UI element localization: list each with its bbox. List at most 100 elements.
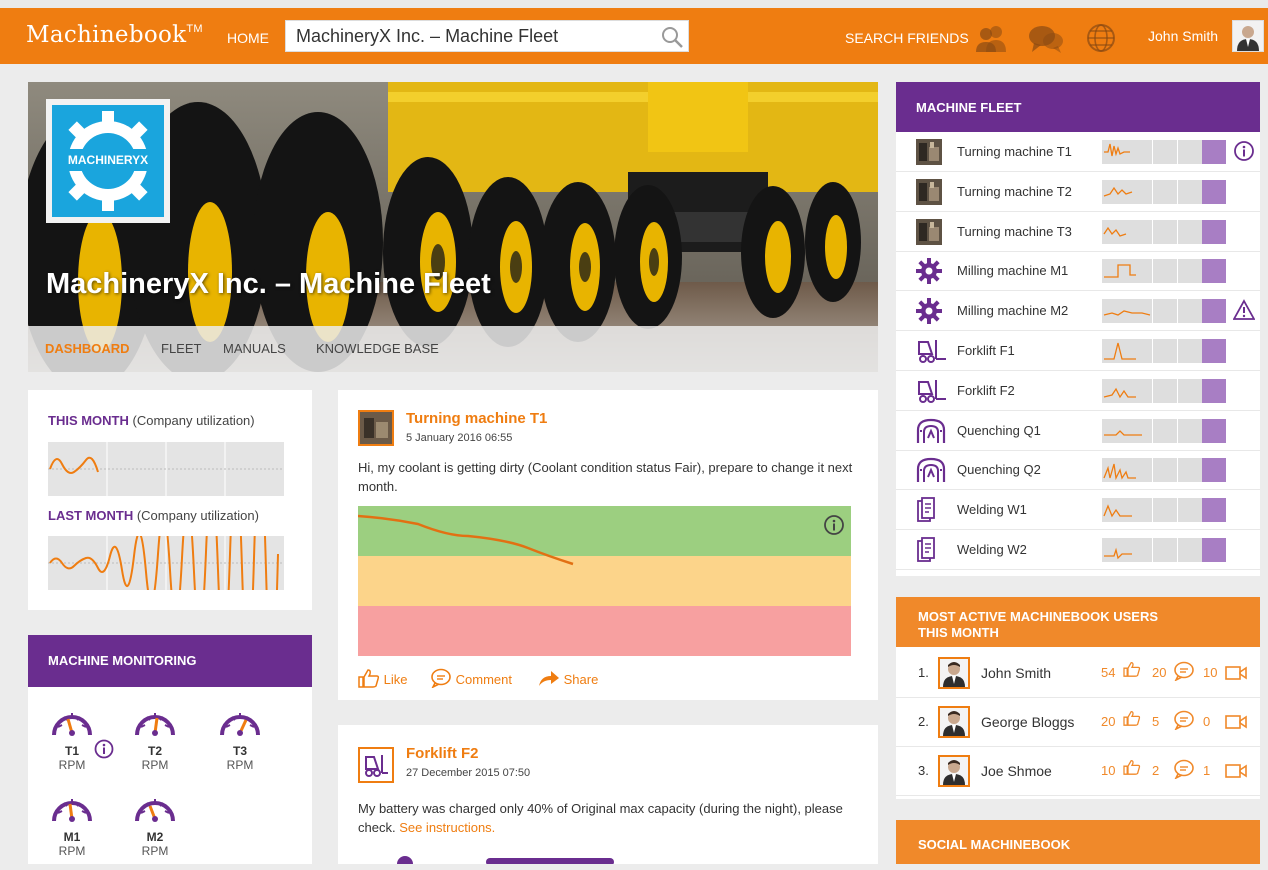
fleet-item-sparkline [1104, 429, 1142, 436]
fleet-item-utilization-bar [1102, 219, 1226, 244]
page-title: MachineryX Inc. – Machine Fleet [46, 268, 491, 300]
fleet-item-name: Welding W2 [957, 542, 1027, 557]
user-avatar[interactable] [1232, 20, 1264, 52]
fleet-item-sparkline [1103, 186, 1133, 197]
gauge-unit: RPM [141, 758, 169, 772]
post-date: 5 January 2016 06:55 [406, 432, 513, 444]
info-icon[interactable] [94, 739, 114, 764]
fleet-item[interactable]: Turning machine T2 [896, 172, 1260, 212]
avatar[interactable] [938, 755, 970, 787]
tab-fleet[interactable]: FLEET [161, 341, 201, 356]
active-user-row[interactable]: 3. Joe Shmoe 10 2 1 [896, 747, 1260, 796]
fleet-item-status-block [1202, 458, 1226, 483]
comments-count: 2 [1152, 763, 1160, 778]
gauge-t3[interactable]: T3 RPM [210, 705, 270, 772]
forklift-avatar[interactable] [358, 747, 394, 783]
post-attachment-preview [397, 856, 614, 864]
gauge-t2[interactable]: T2 RPM [125, 705, 185, 772]
post-title[interactable]: Forklift F2 [406, 745, 479, 762]
fleet-item-utilization-bar [1102, 418, 1226, 443]
chat-icon[interactable] [1028, 23, 1064, 60]
post-title[interactable]: Turning machine T1 [406, 410, 547, 427]
fleet-item-sparkline [1104, 342, 1136, 360]
gauge-icon [135, 799, 175, 822]
fleet-item-utilization-bar [1102, 538, 1226, 562]
videos-count: 1 [1203, 763, 1211, 778]
user-name[interactable]: Joe Shmoe [981, 763, 1052, 779]
active-users-title-line2: THIS MONTH [918, 625, 999, 640]
fleet-item[interactable]: Quenching Q1 [896, 411, 1260, 451]
globe-icon[interactable] [1086, 23, 1116, 58]
turning-machine-avatar[interactable] [358, 410, 394, 446]
section-tabs: DASHBOARD FLEET MANUALS KNOWLEDGE BASE [28, 326, 878, 372]
fleet-item-name: Forklift F2 [957, 382, 1015, 398]
tab-manuals[interactable]: MANUALS [223, 341, 286, 356]
like-button[interactable]: Like [358, 668, 407, 688]
home-link[interactable]: HOME [227, 30, 269, 46]
company-logo: MACHINERYX [46, 99, 170, 223]
this-month-sparkline [48, 442, 284, 496]
avatar[interactable] [938, 657, 970, 689]
gauge-label: M1 [63, 830, 81, 844]
user-name[interactable]: George Bloggs [981, 714, 1074, 730]
company-banner: MACHINERYX MachineryX Inc. – Machine Fle… [28, 82, 878, 372]
fleet-item[interactable]: Welding W1 [896, 490, 1260, 531]
post-date: 27 December 2015 07:50 [406, 767, 531, 779]
comment-button[interactable]: Comment [430, 668, 512, 689]
active-user-row[interactable]: 1. John Smith 54 20 10 [896, 649, 1260, 698]
search-icon[interactable] [660, 25, 684, 54]
gauge-m2[interactable]: M2 RPM [125, 791, 185, 858]
tab-knowledge-base[interactable]: KNOWLEDGE BASE [316, 341, 439, 356]
gauge-unit: RPM [226, 758, 254, 772]
gauge-label: T3 [232, 744, 247, 758]
fleet-item[interactable]: Welding W2 [896, 530, 1260, 570]
like-label: Like [383, 672, 408, 687]
fleet-item[interactable]: Forklift F1 [896, 331, 1260, 371]
fleet-item[interactable]: Turning machine T3 [896, 212, 1260, 252]
last-month-heading: LAST MONTH (Company utilization) [48, 508, 259, 523]
app-logo[interactable]: MachinebookTM [26, 22, 203, 48]
search-input[interactable] [286, 21, 646, 51]
search-box[interactable] [285, 20, 689, 52]
share-button[interactable]: Share [538, 668, 598, 688]
avatar[interactable] [938, 706, 970, 738]
likes-count: 20 [1101, 714, 1116, 729]
user-rank: 2. [918, 714, 929, 729]
fleet-item-utilization-bar [1102, 299, 1226, 324]
fleet-item-name: Turning machine T2 [957, 183, 1072, 199]
user-name[interactable]: John Smith [1148, 28, 1218, 44]
feed-post: Turning machine T1 5 January 2016 06:55 … [338, 390, 878, 700]
active-users-card: MOST ACTIVE MACHINEBOOK USERS THIS MONTH… [896, 597, 1260, 799]
fleet-item-status-block [1202, 219, 1226, 244]
social-card: SOCIAL MACHINEBOOK [896, 820, 1260, 864]
fleet-item[interactable]: Milling machine M1 [896, 251, 1260, 292]
fleet-item-sparkline [1103, 226, 1127, 237]
milling-gear-icon [916, 298, 942, 325]
active-user-row[interactable]: 2. George Bloggs 20 5 0 [896, 698, 1260, 747]
quenching-icon [916, 457, 946, 483]
gauge-icon [220, 713, 260, 736]
video-icon [1225, 763, 1247, 784]
see-instructions-link[interactable]: See instructions. [399, 820, 495, 835]
company-logo-text: MACHINERYX [67, 153, 149, 167]
warning-icon[interactable] [1232, 299, 1256, 326]
tab-dashboard[interactable]: DASHBOARD [45, 341, 130, 356]
comment-icon [1173, 759, 1195, 784]
gauge-m1[interactable]: M1 RPM [42, 791, 102, 858]
gauge-icon [135, 713, 175, 736]
user-name[interactable]: John Smith [981, 665, 1051, 681]
fleet-item[interactable]: Forklift F2 [896, 371, 1260, 411]
friends-icon[interactable] [975, 23, 1009, 58]
fleet-item[interactable]: Turning machine T1 [896, 132, 1260, 172]
this-month-heading: THIS MONTH (Company utilization) [48, 413, 255, 428]
fleet-item-name: Milling machine M1 [957, 263, 1069, 279]
fleet-item-utilization-bar [1102, 339, 1226, 363]
gauge-icon [52, 713, 92, 736]
fleet-item[interactable]: Milling machine M2 [896, 291, 1260, 332]
top-navigation-bar: MachinebookTM HOME SEARCH FRIENDS John S… [0, 0, 1268, 64]
gauge-t1[interactable]: T1 RPM [42, 705, 102, 772]
info-icon[interactable] [1233, 140, 1255, 167]
fleet-item[interactable]: Quenching Q2 [896, 450, 1260, 491]
search-friends-link[interactable]: SEARCH FRIENDS [845, 30, 969, 46]
chart-info-icon[interactable] [823, 514, 845, 541]
